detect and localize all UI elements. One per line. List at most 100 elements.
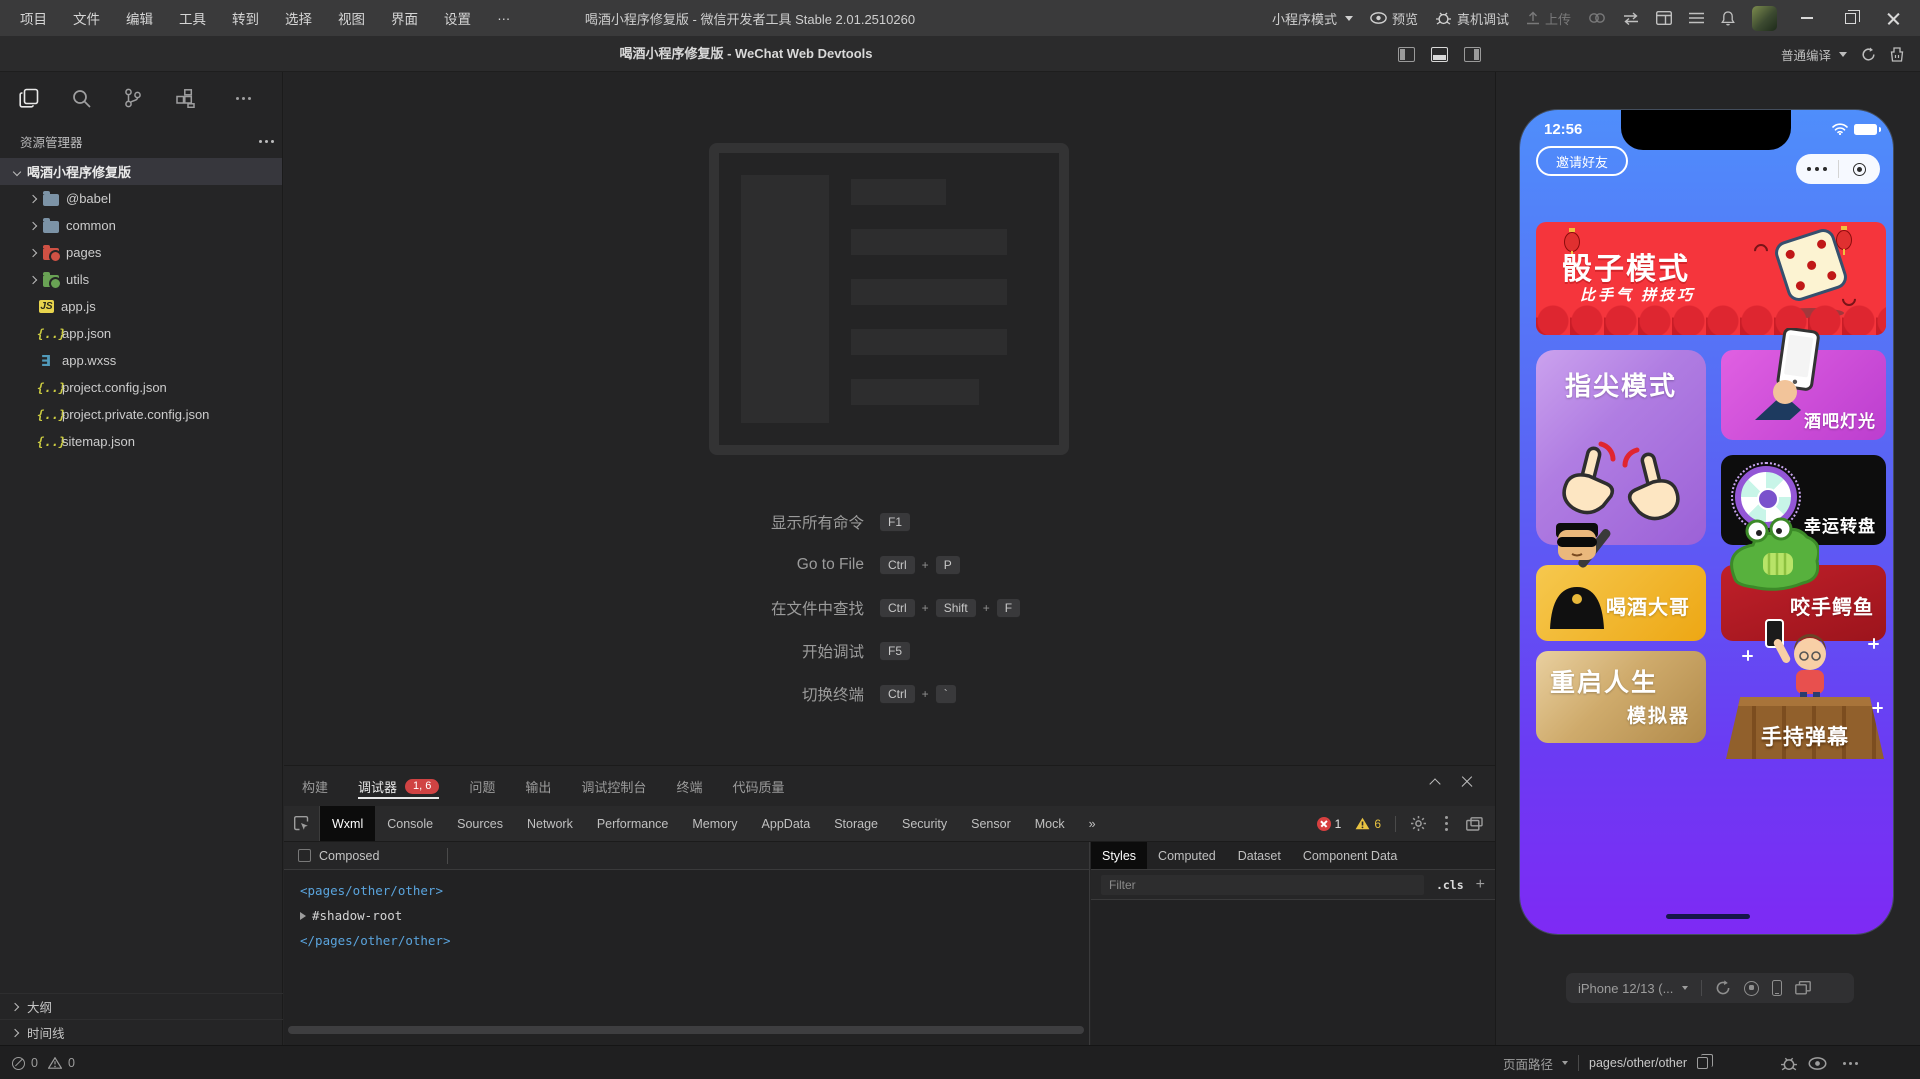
toggle-panel-icon[interactable] (1431, 47, 1448, 62)
tree-file-appjson[interactable]: app.json (0, 320, 282, 347)
close-panel-icon[interactable] (1461, 776, 1473, 788)
switch-icon[interactable] (1623, 12, 1639, 25)
tab-debug-console[interactable]: 调试控制台 (581, 766, 646, 806)
collapse-panel-icon[interactable] (1429, 778, 1440, 789)
tree-folder-utils[interactable]: utils (0, 266, 282, 293)
tab-dataset[interactable]: Dataset (1227, 842, 1292, 869)
tree-root-project[interactable]: 喝酒小程序修复版 (0, 158, 282, 185)
tree-file-appwxss[interactable]: app.wxss (0, 347, 282, 374)
finger-mode-card[interactable]: 指尖模式 (1536, 350, 1706, 545)
page-path-selector[interactable]: 页面路径 (1503, 1054, 1568, 1073)
compile-mode-selector[interactable]: 普通编译 (1781, 45, 1847, 64)
menu-project[interactable]: 项目 (20, 8, 47, 28)
stop-icon[interactable] (1744, 981, 1759, 996)
wxml-shadow-root[interactable]: #shadow-root (300, 903, 1089, 928)
tree-folder-babel[interactable]: @babel (0, 185, 282, 212)
maximize-button[interactable] (1837, 5, 1863, 31)
search-icon[interactable] (68, 85, 94, 111)
toggle-cls-button[interactable]: .cls (1436, 878, 1464, 892)
devtools-tab-security[interactable]: Security (890, 806, 959, 841)
devtools-more-tabs[interactable]: » (1077, 806, 1108, 841)
notifications-bell-icon[interactable] (1721, 11, 1735, 26)
outline-section[interactable]: 大纲 (0, 993, 283, 1019)
bar-light-card[interactable]: 酒吧灯光 (1721, 350, 1886, 440)
horizontal-scrollbar[interactable] (288, 1026, 1084, 1034)
explorer-more-icon[interactable] (259, 140, 262, 143)
tab-build[interactable]: 构建 (302, 766, 328, 806)
menu-select[interactable]: 选择 (285, 8, 312, 28)
tab-problems[interactable]: 问题 (469, 766, 495, 806)
activity-more-icon[interactable] (224, 85, 250, 111)
devtools-tab-storage[interactable]: Storage (822, 806, 890, 841)
timeline-section[interactable]: 时间线 (0, 1019, 283, 1045)
devtools-tab-performance[interactable]: Performance (585, 806, 681, 841)
layout-icon[interactable] (1656, 11, 1672, 25)
inspect-element-icon[interactable] (284, 806, 320, 841)
statusbar-more-icon[interactable] (1843, 1062, 1846, 1065)
restart-simulator-icon[interactable] (1715, 980, 1731, 996)
capsule-more-button[interactable] (1796, 167, 1838, 172)
wxml-close-tag[interactable]: </pages/other/other> (300, 928, 1089, 953)
remote-debug-button[interactable]: 真机调试 (1435, 9, 1509, 28)
console-errors[interactable]: 1 (1317, 817, 1342, 831)
drinking-brother-card[interactable]: 喝酒大哥 (1536, 565, 1706, 641)
tab-computed[interactable]: Computed (1147, 842, 1227, 869)
devtools-tab-mock[interactable]: Mock (1023, 806, 1077, 841)
menu-edit[interactable]: 编辑 (126, 8, 153, 28)
tree-folder-pages[interactable]: pages (0, 239, 282, 266)
devtools-tab-memory[interactable]: Memory (680, 806, 749, 841)
undock-icon[interactable] (1466, 817, 1483, 831)
devtools-settings-gear-icon[interactable] (1410, 815, 1427, 832)
restart-life-card[interactable]: 重启人生 模拟器 (1536, 651, 1706, 743)
styles-filter-input[interactable] (1101, 875, 1424, 895)
devtools-tab-wxml[interactable]: Wxml (320, 806, 375, 841)
multi-window-icon[interactable] (1795, 981, 1811, 995)
composed-checkbox[interactable] (298, 849, 311, 862)
explorer-icon[interactable] (16, 85, 42, 111)
toggle-sidebar-icon[interactable] (1398, 47, 1415, 62)
tab-styles[interactable]: Styles (1091, 842, 1147, 869)
clear-cache-icon[interactable] (1890, 47, 1904, 62)
devtools-tab-appdata[interactable]: AppData (750, 806, 823, 841)
devtools-tab-console[interactable]: Console (375, 806, 445, 841)
tree-file-projectconfig[interactable]: project.config.json (0, 374, 282, 401)
devtools-tab-sources[interactable]: Sources (445, 806, 515, 841)
devtools-tab-sensor[interactable]: Sensor (959, 806, 1023, 841)
toggle-simulator-icon[interactable] (1464, 47, 1481, 62)
debug-bug-icon[interactable] (1780, 1055, 1798, 1072)
tree-folder-common[interactable]: common (0, 212, 282, 239)
console-warnings[interactable]: 6 (1355, 817, 1381, 831)
tree-file-appjs[interactable]: app.js (0, 293, 282, 320)
expand-arrow-icon[interactable] (300, 912, 306, 920)
user-avatar[interactable] (1752, 6, 1777, 31)
menu-tools[interactable]: 工具 (179, 8, 206, 28)
invite-friends-button[interactable]: 邀请好友 (1536, 146, 1628, 176)
extensions-icon[interactable] (172, 85, 198, 111)
devtools-tab-network[interactable]: Network (515, 806, 585, 841)
close-button[interactable] (1880, 5, 1906, 31)
recompile-icon[interactable] (1861, 47, 1876, 62)
devtools-more-icon[interactable] (1445, 822, 1448, 825)
copy-path-icon[interactable] (1697, 1057, 1708, 1069)
tab-terminal[interactable]: 终端 (676, 766, 702, 806)
tab-debugger[interactable]: 调试器 1, 6 (358, 766, 439, 806)
menu-view[interactable]: 视图 (338, 8, 365, 28)
problems-summary[interactable]: 0 0 (12, 1046, 75, 1079)
preview-eye-icon[interactable] (1808, 1057, 1827, 1070)
device-selector[interactable]: iPhone 12/13 (... (1578, 981, 1688, 996)
upload-button[interactable]: 上传 (1526, 9, 1571, 28)
dice-mode-banner[interactable]: 骰子模式 比手气 拼技巧 (1536, 222, 1886, 335)
minimize-button[interactable] (1794, 5, 1820, 31)
hamburger-menu-icon[interactable] (1689, 12, 1704, 24)
menu-goto[interactable]: 转到 (232, 8, 259, 28)
device-frame-icon[interactable] (1772, 980, 1782, 996)
tree-file-sitemap[interactable]: sitemap.json (0, 428, 282, 455)
link-icon[interactable] (1588, 12, 1606, 24)
tab-code-quality[interactable]: 代码质量 (732, 766, 784, 806)
tree-file-privateconfig[interactable]: project.private.config.json (0, 401, 282, 428)
tab-component-data[interactable]: Component Data (1292, 842, 1409, 869)
source-control-icon[interactable] (120, 85, 146, 111)
tab-output[interactable]: 输出 (525, 766, 551, 806)
phone-simulator-screen[interactable]: 12:56 邀请好友 骰子模式 比手气 拼技巧 (1520, 110, 1893, 934)
capsule-close-button[interactable] (1839, 163, 1881, 176)
